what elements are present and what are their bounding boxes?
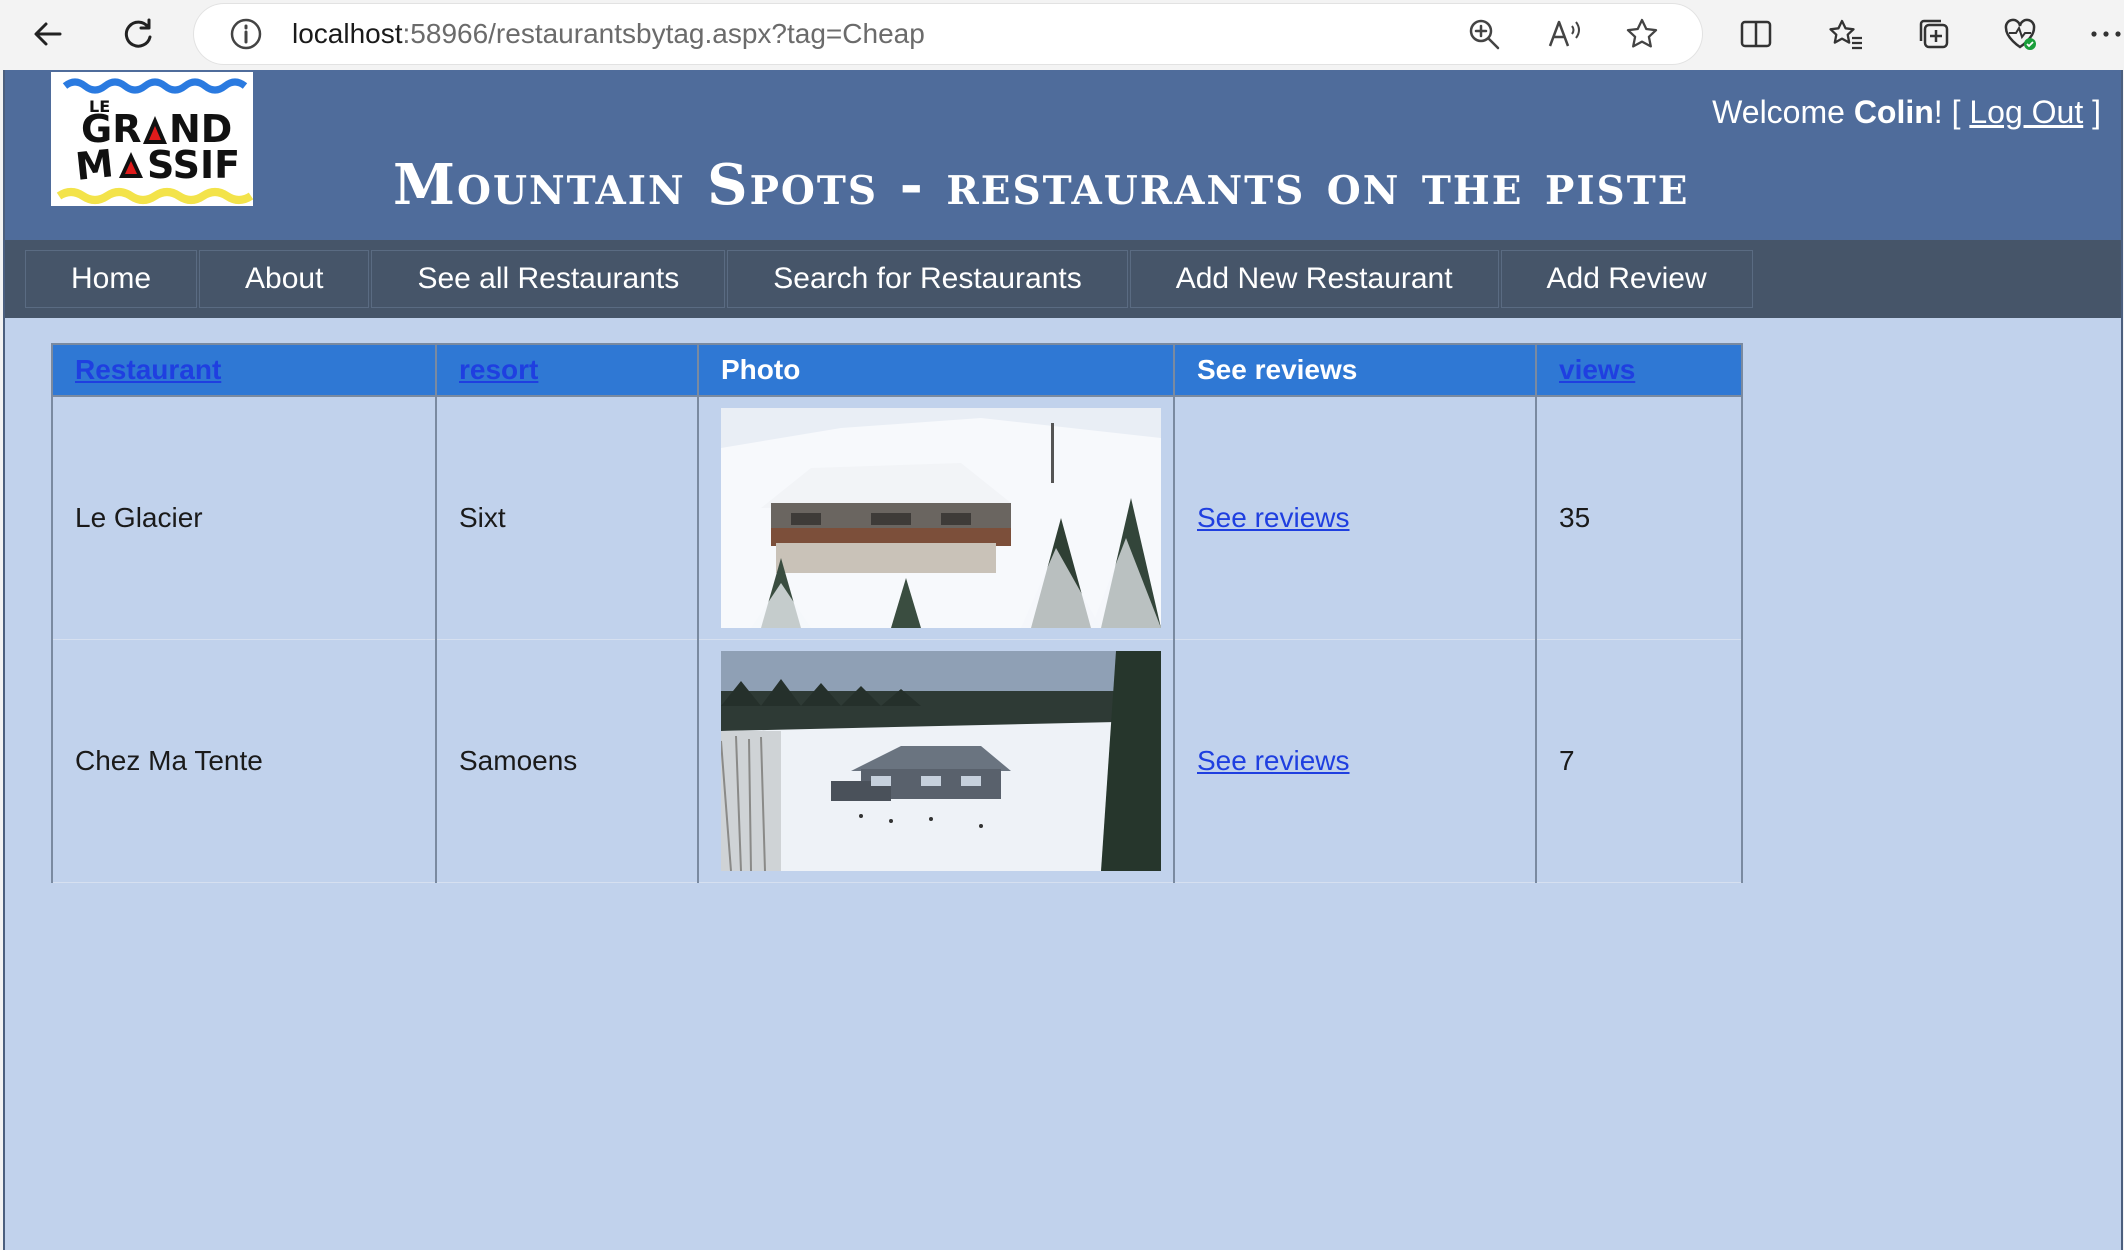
- nav-item-add-new-restaurant[interactable]: Add New Restaurant: [1129, 250, 1499, 308]
- restaurant-photo: [721, 408, 1161, 628]
- restaurant-photo: [721, 651, 1161, 871]
- login-status: Welcome Colin! [ Log Out ]: [1712, 94, 2101, 131]
- split-screen-icon[interactable]: [1730, 8, 1782, 60]
- back-arrow-icon[interactable]: [22, 8, 74, 60]
- bracket-close: ]: [2083, 94, 2101, 130]
- cell-restaurant: Le Glacier: [51, 396, 437, 640]
- logout-link[interactable]: Log Out: [1969, 94, 2083, 130]
- refresh-icon[interactable]: [112, 8, 164, 60]
- nav-item-see-all-restaurants[interactable]: See all Restaurants: [371, 250, 726, 308]
- see-reviews-link[interactable]: See reviews: [1197, 502, 1350, 533]
- cell-reviews: See reviews: [1173, 639, 1537, 883]
- favorite-star-icon[interactable]: [1624, 16, 1660, 52]
- table-row: Le Glacier Sixt See reviews 35: [51, 396, 1743, 640]
- see-reviews-link[interactable]: See reviews: [1197, 745, 1350, 776]
- browser-toolbar: localhost:58966/restaurantsbytag.aspx?ta…: [0, 0, 2124, 70]
- column-header-see-reviews: See reviews: [1173, 343, 1537, 397]
- address-bar[interactable]: localhost:58966/restaurantsbytag.aspx?ta…: [194, 4, 1702, 64]
- url-text[interactable]: localhost:58966/restaurantsbytag.aspx?ta…: [292, 4, 925, 64]
- nav-menu: Home About See all Restaurants Search fo…: [25, 250, 1755, 308]
- cell-views: 7: [1535, 639, 1743, 883]
- nav-item-home[interactable]: Home: [25, 250, 198, 308]
- grand-massif-logo[interactable]: LE GR ND M SSIF: [51, 72, 254, 206]
- more-menu-icon[interactable]: [2080, 8, 2124, 60]
- table-row: Chez Ma Tente Samoens See reviews 7: [51, 639, 1743, 883]
- svg-text:SSIF: SSIF: [147, 143, 240, 187]
- nav-item-about[interactable]: About: [199, 250, 370, 308]
- sort-resort-link[interactable]: resort: [459, 354, 538, 385]
- zoom-icon[interactable]: [1466, 16, 1502, 52]
- browser-essentials-icon[interactable]: [1994, 8, 2046, 60]
- url-path: :58966/restaurantsbytag.aspx?tag=Cheap: [402, 18, 925, 49]
- site-header: LE GR ND M SSIF Mountain Spots - restaur…: [5, 70, 2121, 240]
- table-header-row: Restaurant resort Photo See reviews view…: [51, 343, 1743, 397]
- cell-reviews: See reviews: [1173, 396, 1537, 640]
- sort-views-link[interactable]: views: [1559, 354, 1635, 385]
- cell-restaurant: Chez Ma Tente: [51, 639, 437, 883]
- column-header-resort: resort: [435, 343, 699, 397]
- site-title: Mountain Spots - restaurants on the pist…: [393, 152, 1690, 218]
- info-icon[interactable]: [228, 16, 264, 52]
- username: Colin: [1853, 94, 1934, 130]
- column-header-views: views: [1535, 343, 1743, 397]
- cell-resort: Samoens: [435, 639, 699, 883]
- svg-text:M: M: [73, 141, 115, 189]
- nav-item-search-restaurants[interactable]: Search for Restaurants: [727, 250, 1128, 308]
- favorites-icon[interactable]: [1820, 8, 1872, 60]
- cell-views: 35: [1535, 396, 1743, 640]
- cell-photo: [697, 396, 1175, 640]
- nav-bar: Home About See all Restaurants Search fo…: [5, 240, 2121, 318]
- sort-restaurant-link[interactable]: Restaurant: [75, 354, 221, 385]
- collections-icon[interactable]: [1908, 8, 1960, 60]
- nav-item-add-review[interactable]: Add Review: [1500, 250, 1753, 308]
- column-header-photo: Photo: [697, 343, 1175, 397]
- column-header-restaurant: Restaurant: [51, 343, 437, 397]
- cell-photo: [697, 639, 1175, 883]
- url-host: localhost: [292, 18, 403, 49]
- welcome-text: Welcome: [1712, 94, 1854, 130]
- page-body: LE GR ND M SSIF Mountain Spots - restaur…: [3, 70, 2123, 1250]
- restaurants-table: Restaurant resort Photo See reviews view…: [51, 343, 1743, 883]
- cell-resort: Sixt: [435, 396, 699, 640]
- read-aloud-icon[interactable]: [1546, 16, 1582, 52]
- welcome-suffix: ! [: [1933, 94, 1970, 130]
